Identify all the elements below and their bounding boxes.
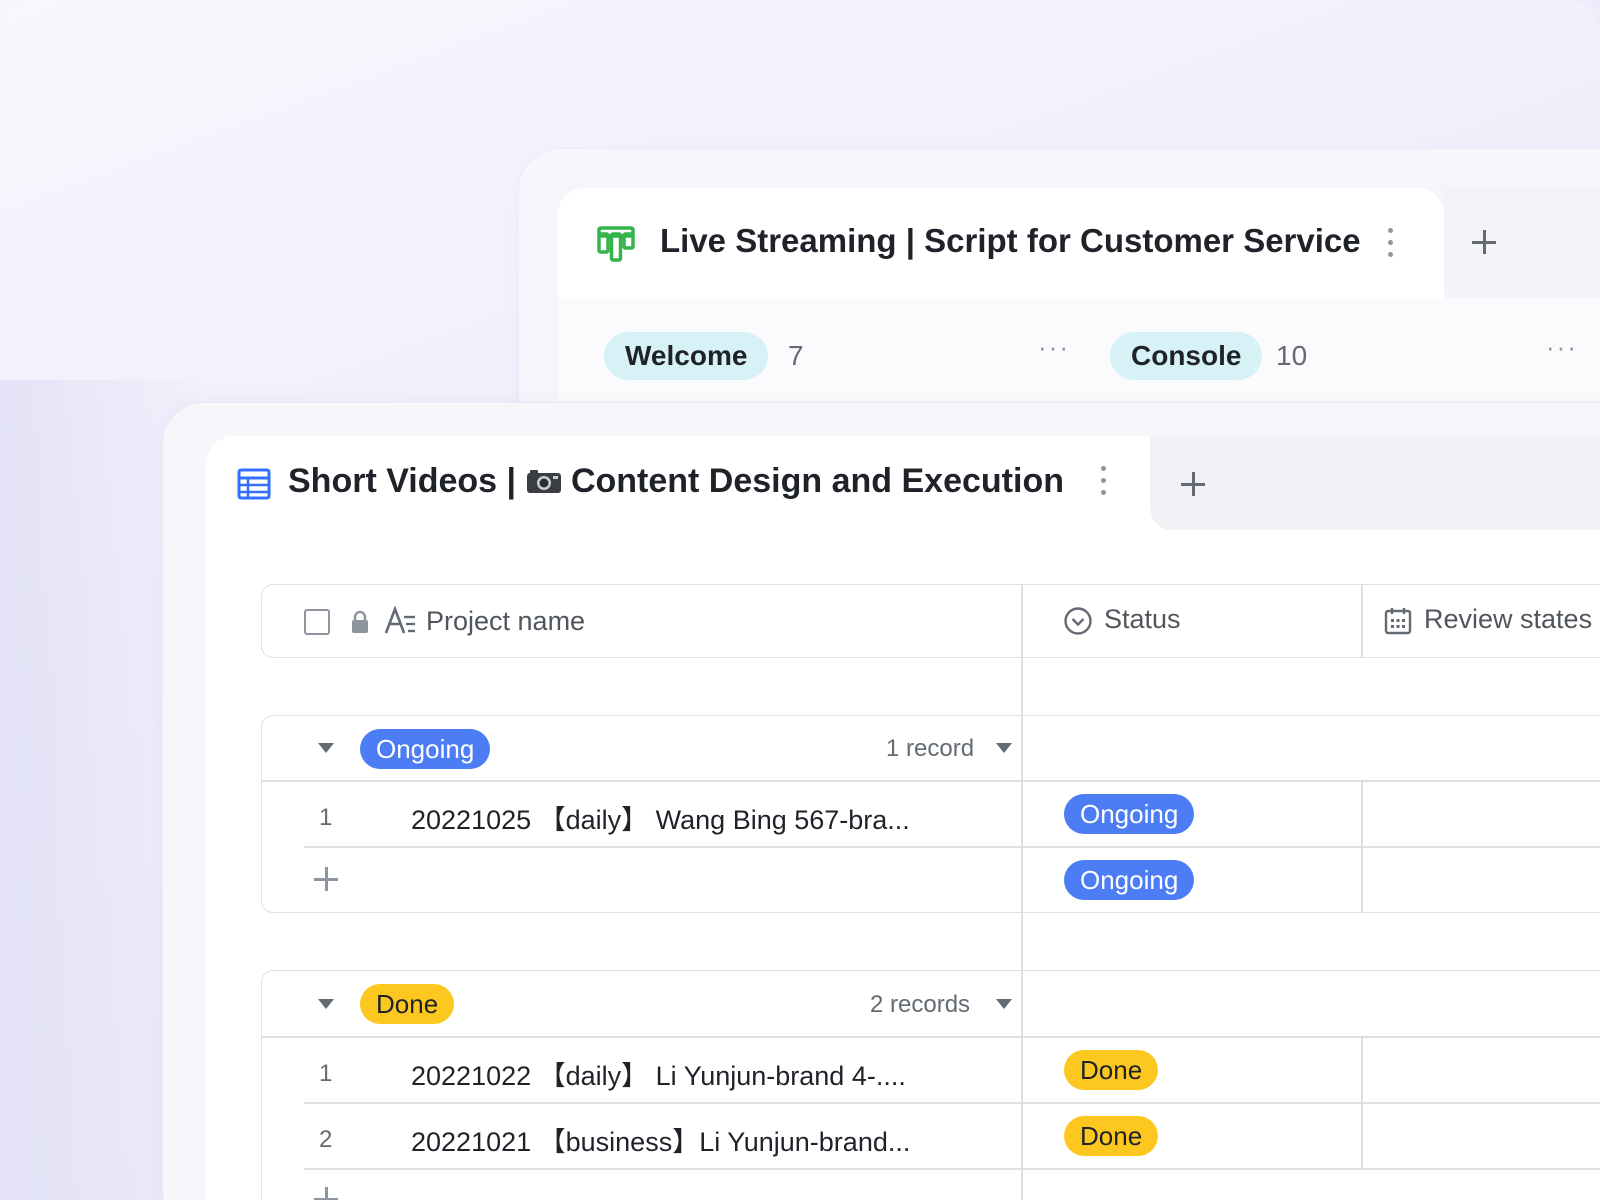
- grid-tabbar: [1150, 436, 1600, 530]
- add-view-button[interactable]: [1470, 228, 1498, 256]
- group-label-done: Done: [360, 984, 455, 1024]
- kanban-view-icon: [597, 226, 635, 262]
- row-divider: [304, 1168, 1600, 1170]
- row-divider: [261, 780, 1600, 782]
- grid-title: Short Videos | Content Design and Execut…: [288, 462, 1064, 501]
- table-view-icon: [237, 468, 271, 500]
- column-divider: [1361, 584, 1363, 658]
- column-more-icon[interactable]: ···: [1038, 332, 1070, 363]
- row-divider: [304, 846, 1600, 848]
- kanban-column-welcome[interactable]: Welcome: [604, 332, 769, 380]
- kanban-column-count: 10: [1276, 340, 1308, 371]
- status-chip[interactable]: Ongoing: [1064, 860, 1195, 900]
- column-header-review-states[interactable]: Review states: [1424, 604, 1592, 635]
- column-divider: [1361, 1036, 1363, 1168]
- kanban-column-count: 7: [788, 340, 804, 371]
- group-count-dropdown-icon[interactable]: [996, 999, 1012, 1009]
- column-divider: [1021, 584, 1023, 658]
- text-field-icon: [384, 606, 415, 634]
- group-record-count: 2 records: [870, 991, 971, 1018]
- row-number: 1: [319, 1060, 333, 1087]
- grid-more-menu-icon[interactable]: [1099, 466, 1107, 500]
- row-number: 1: [319, 804, 333, 831]
- column-more-icon[interactable]: ···: [1546, 332, 1578, 363]
- select-all-checkbox[interactable]: [304, 609, 330, 635]
- collapse-group-icon[interactable]: [318, 743, 334, 753]
- row-divider: [304, 1102, 1600, 1104]
- camera-icon: [526, 470, 561, 493]
- calendar-icon: [1384, 608, 1412, 635]
- add-view-button[interactable]: [1179, 470, 1207, 498]
- group-record-count: 1 record: [886, 735, 975, 762]
- column-divider: [1021, 715, 1023, 913]
- column-divider: [1361, 780, 1363, 913]
- grid-title-suffix: Content Design and Execution: [561, 462, 1064, 500]
- column-header-status[interactable]: Status: [1104, 604, 1181, 635]
- single-select-icon: [1064, 607, 1092, 635]
- row-number: 2: [319, 1126, 333, 1153]
- group-label-ongoing: Ongoing: [360, 729, 491, 769]
- kanban-column-console[interactable]: Console: [1110, 332, 1263, 380]
- column-header-project-name[interactable]: Project name: [426, 606, 585, 637]
- kanban-more-menu-icon[interactable]: [1386, 228, 1394, 262]
- collapse-group-icon[interactable]: [318, 999, 334, 1009]
- project-name-cell[interactable]: 20221025 【daily】 Wang Bing 567-bra...: [411, 798, 910, 837]
- add-record-button[interactable]: [313, 1186, 339, 1200]
- lock-icon: [352, 610, 368, 633]
- project-name-cell[interactable]: 20221022 【daily】 Li Yunjun-brand 4-....: [411, 1054, 906, 1093]
- status-chip[interactable]: Done: [1064, 1116, 1159, 1156]
- status-chip[interactable]: Ongoing: [1064, 794, 1195, 834]
- group-count-dropdown-icon[interactable]: [996, 743, 1012, 753]
- project-name-cell[interactable]: 20221021 【business】Li Yunjun-brand...: [411, 1120, 910, 1159]
- kanban-title: Live Streaming | Script for Customer Ser…: [660, 222, 1361, 259]
- row-divider: [261, 1036, 1600, 1038]
- kanban-tabbar: [1444, 188, 1600, 296]
- column-divider: [1021, 970, 1023, 1200]
- grid-title-prefix: Short Videos |: [288, 462, 526, 500]
- add-record-button[interactable]: [313, 866, 339, 892]
- status-chip[interactable]: Done: [1064, 1050, 1159, 1090]
